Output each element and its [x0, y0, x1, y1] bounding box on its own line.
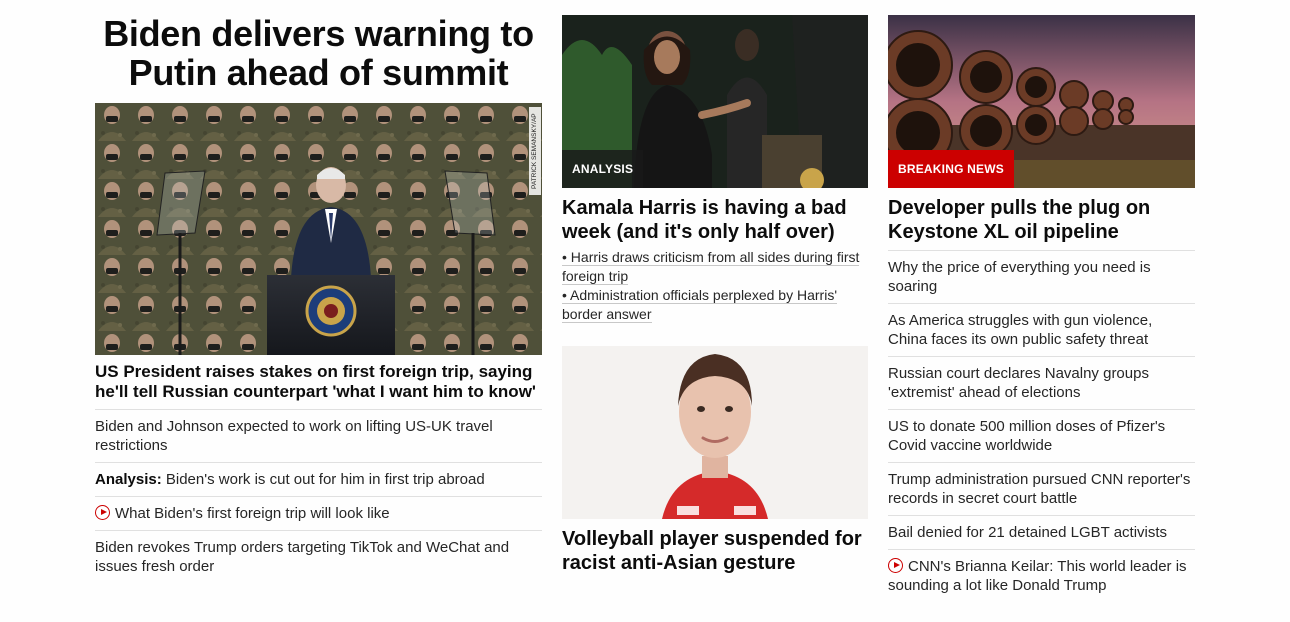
list-item[interactable]: • Harris draws criticism from all sides …	[562, 248, 868, 286]
list-item[interactable]: CNN's Brianna Keilar: This world leader …	[888, 549, 1195, 602]
story-link-text: CNN's Brianna Keilar: This world leader …	[888, 558, 1187, 594]
keystone-story-headline[interactable]: Developer pulls the plug on Keystone XL …	[888, 196, 1195, 244]
bullet-link[interactable]: • Administration officials perplexed by …	[562, 287, 837, 323]
list-item[interactable]: Analysis: Biden's work is cut out for hi…	[95, 462, 542, 496]
top-stories-list: Why the price of everything you need is …	[888, 250, 1195, 602]
analysis-label: Analysis:	[95, 471, 162, 488]
story-video-link[interactable]: CNN's Brianna Keilar: This world leader …	[888, 557, 1195, 595]
lead-story-title[interactable]: Biden delivers warning to Putin ahead of…	[95, 14, 542, 92]
story-link[interactable]: As America struggles with gun violence, …	[888, 311, 1195, 349]
related-link[interactable]: Analysis: Biden's work is cut out for hi…	[95, 470, 542, 489]
bullet-link[interactable]: • Harris draws criticism from all sides …	[562, 249, 860, 285]
list-item[interactable]: As America struggles with gun violence, …	[888, 303, 1195, 356]
list-item[interactable]: Russian court declares Navalny groups 'e…	[888, 356, 1195, 409]
volleyball-player-photo	[562, 346, 868, 519]
harris-story-headline[interactable]: Kamala Harris is having a bad week (and …	[562, 196, 868, 244]
lead-story-image[interactable]: PATRICK SEMANSKY/AP	[95, 103, 542, 355]
play-icon	[95, 505, 110, 520]
list-item[interactable]: • Administration officials perplexed by …	[562, 286, 868, 324]
biden-speech-photo	[95, 103, 542, 355]
related-link-text: What Biden's first foreign trip will loo…	[115, 505, 390, 522]
related-links-list: Biden and Johnson expected to work on li…	[95, 409, 542, 583]
photo-credit: PATRICK SEMANSKY/AP	[529, 107, 541, 195]
list-item[interactable]: Why the price of everything you need is …	[888, 250, 1195, 303]
list-item[interactable]: US to donate 500 million doses of Pfizer…	[888, 409, 1195, 462]
analysis-badge: ANALYSIS	[562, 150, 644, 188]
harris-story-image[interactable]: ANALYSIS	[562, 15, 868, 188]
volleyball-story-headline[interactable]: Volleyball player suspended for racist a…	[562, 527, 868, 575]
list-item[interactable]: Biden revokes Trump orders targeting Tik…	[95, 530, 542, 583]
list-item[interactable]: Biden and Johnson expected to work on li…	[95, 409, 542, 462]
volleyball-story-image[interactable]	[562, 346, 868, 519]
story-link[interactable]: Why the price of everything you need is …	[888, 258, 1195, 296]
story-link[interactable]: Russian court declares Navalny groups 'e…	[888, 364, 1195, 402]
list-item[interactable]: What Biden's first foreign trip will loo…	[95, 496, 542, 530]
related-link[interactable]: Biden revokes Trump orders targeting Tik…	[95, 538, 542, 576]
lead-story-headline[interactable]: US President raises stakes on first fore…	[95, 362, 542, 402]
related-link-text: Biden's work is cut out for him in first…	[161, 471, 485, 488]
related-video-link[interactable]: What Biden's first foreign trip will loo…	[95, 504, 542, 523]
story-link[interactable]: Trump administration pursued CNN reporte…	[888, 470, 1195, 508]
list-item[interactable]: Trump administration pursued CNN reporte…	[888, 462, 1195, 515]
keystone-story-image[interactable]: BREAKING NEWS	[888, 15, 1195, 188]
breaking-news-badge: BREAKING NEWS	[888, 150, 1014, 188]
story-link[interactable]: Bail denied for 21 detained LGBT activis…	[888, 523, 1195, 542]
harris-related-bullets: • Harris draws criticism from all sides …	[562, 248, 868, 324]
play-icon	[888, 558, 903, 573]
story-link[interactable]: US to donate 500 million doses of Pfizer…	[888, 417, 1195, 455]
list-item[interactable]: Bail denied for 21 detained LGBT activis…	[888, 515, 1195, 549]
related-link[interactable]: Biden and Johnson expected to work on li…	[95, 417, 542, 455]
